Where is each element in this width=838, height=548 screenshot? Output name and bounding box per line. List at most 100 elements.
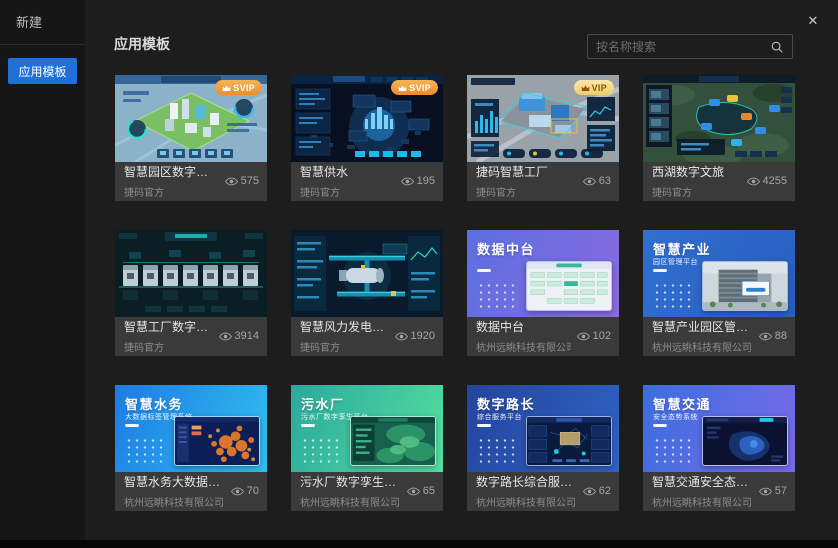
card-author: 捷码官方 — [124, 339, 213, 354]
card-views-count: 575 — [241, 175, 259, 187]
template-grid: SVIP 智慧园区数字驾驶舱 捷码官方 575 SVIP 智慧供水 — [115, 75, 795, 511]
thumb-scene-prodline — [115, 230, 267, 317]
thumb-subtitle: 园区管理平台 — [653, 257, 698, 267]
card-meta: 数字路长综合服务... 杭州远眺科技有限公司 62 — [467, 472, 619, 511]
card-author: 捷码官方 — [476, 184, 577, 199]
card-author: 捷码官方 — [652, 184, 741, 199]
card-views-count: 62 — [599, 485, 611, 497]
thumb-dash-decoration — [653, 424, 667, 427]
thumb-heading: 数据中台 — [477, 239, 535, 258]
card-title: 智慧工厂数字看板 — [124, 318, 213, 335]
thumb-dots-decoration — [653, 282, 695, 309]
close-icon[interactable]: ✕ — [802, 10, 824, 32]
crown-icon — [222, 84, 231, 92]
eye-icon — [231, 487, 244, 496]
card-title: 智慧园区数字驾驶舱 — [124, 163, 219, 180]
template-card[interactable]: SVIP 智慧园区数字驾驶舱 捷码官方 575 — [115, 75, 267, 201]
sidebar-item-new[interactable]: 新建 — [0, 0, 85, 45]
card-meta: 智慧交通安全态势... 杭州远眺科技有限公司 57 — [643, 472, 795, 511]
template-card[interactable]: 智慧工厂数字看板 捷码官方 3914 — [115, 230, 267, 356]
template-card[interactable]: 智慧风力发电看板 捷码官方 1920 — [291, 230, 443, 356]
template-card[interactable]: VIP 捷码智慧工厂 捷码官方 63 — [467, 75, 619, 201]
thumb-subtitle: 综合服务平台 — [477, 412, 522, 422]
eye-icon — [759, 487, 772, 496]
template-card[interactable]: 污水厂污水厂数字孪生平台 污水厂数字孪生平台 杭州远眺科技有限公司 65 — [291, 385, 443, 511]
eye-icon — [225, 177, 238, 186]
card-title: 数据中台 — [476, 318, 571, 335]
eye-icon — [407, 487, 420, 496]
card-thumbnail: 智慧交通安全态势系统 — [643, 385, 795, 472]
card-thumbnail: 污水厂污水厂数字孪生平台 — [291, 385, 443, 472]
sidebar-item-app-templates[interactable]: 应用模板 — [8, 58, 77, 84]
card-thumbnail: 智慧产业园区管理平台 — [643, 230, 795, 317]
search-icon[interactable] — [770, 40, 784, 54]
card-views: 102 — [577, 330, 611, 342]
thumb-inset-screenshot — [174, 416, 260, 466]
card-thumbnail — [643, 75, 795, 162]
card-views-count: 88 — [775, 330, 787, 342]
thumb-dash-decoration — [477, 269, 491, 272]
card-author: 杭州远眺科技有限公司 — [652, 494, 753, 509]
thumb-dots-decoration — [477, 437, 519, 464]
card-views: 65 — [407, 485, 435, 497]
thumb-dash-decoration — [125, 424, 139, 427]
card-author: 杭州远眺科技有限公司 — [476, 339, 571, 354]
card-meta: 智慧水务大数据标... 杭州远眺科技有限公司 70 — [115, 472, 267, 511]
card-views: 4255 — [747, 175, 787, 187]
template-card[interactable]: 智慧交通安全态势系统 智慧交通安全态势... 杭州远眺科技有限公司 57 — [643, 385, 795, 511]
thumb-dash-decoration — [301, 424, 315, 427]
thumb-scene-wind — [291, 230, 443, 317]
thumb-heading: 数字路长 — [477, 394, 535, 413]
card-author: 捷码官方 — [300, 184, 395, 199]
card-meta: 捷码智慧工厂 捷码官方 63 — [467, 162, 619, 201]
page-title: 应用模板 — [114, 34, 170, 54]
card-meta: 智慧工厂数字看板 捷码官方 3914 — [115, 317, 267, 356]
card-author: 杭州远眺科技有限公司 — [652, 339, 753, 354]
template-card[interactable]: 智慧产业园区管理平台 智慧产业园区管理... 杭州远眺科技有限公司 88 — [643, 230, 795, 356]
card-title: 智慧水务大数据标... — [124, 473, 225, 490]
card-author: 杭州远眺科技有限公司 — [124, 494, 225, 509]
search-box — [587, 34, 793, 59]
card-views-count: 57 — [775, 485, 787, 497]
eye-icon — [759, 332, 772, 341]
template-card[interactable]: SVIP 智慧供水 捷码官方 195 — [291, 75, 443, 201]
thumb-dash-decoration — [653, 269, 667, 272]
eye-icon — [747, 177, 760, 186]
vip-badge: VIP — [574, 80, 614, 95]
card-views: 1920 — [395, 330, 435, 342]
card-thumbnail — [291, 230, 443, 317]
thumb-dots-decoration — [477, 282, 519, 309]
eye-icon — [395, 332, 408, 341]
card-title: 捷码智慧工厂 — [476, 163, 577, 180]
search-input[interactable] — [596, 40, 770, 54]
thumb-dots-decoration — [125, 437, 167, 464]
card-thumbnail — [115, 230, 267, 317]
vip-badge-label: SVIP — [233, 83, 255, 93]
template-card[interactable]: 数据中台 数据中台 杭州远眺科技有限公司 102 — [467, 230, 619, 356]
eye-icon — [219, 332, 232, 341]
thumb-inset-screenshot — [526, 416, 612, 466]
card-views-count: 195 — [417, 175, 435, 187]
card-thumbnail: SVIP — [115, 75, 267, 162]
card-meta-text: 西湖数字文旅 捷码官方 — [652, 163, 741, 199]
card-meta: 智慧产业园区管理... 杭州远眺科技有限公司 88 — [643, 317, 795, 356]
card-views-count: 1920 — [411, 330, 435, 342]
card-author: 捷码官方 — [300, 339, 389, 354]
card-views: 195 — [401, 175, 435, 187]
crown-icon — [398, 84, 407, 92]
template-card[interactable]: 西湖数字文旅 捷码官方 4255 — [643, 75, 795, 201]
template-card[interactable]: 数字路长综合服务平台 数字路长综合服务... 杭州远眺科技有限公司 62 — [467, 385, 619, 511]
card-meta-text: 智慧水务大数据标... 杭州远眺科技有限公司 — [124, 473, 225, 509]
vip-badge: SVIP — [215, 80, 262, 95]
card-views-count: 102 — [593, 330, 611, 342]
card-views-count: 65 — [423, 485, 435, 497]
card-meta-text: 智慧工厂数字看板 捷码官方 — [124, 318, 213, 354]
eye-icon — [583, 487, 596, 496]
vip-badge-label: VIP — [592, 83, 607, 93]
card-meta-text: 污水厂数字孪生平台 杭州远眺科技有限公司 — [300, 473, 401, 509]
card-title: 数字路长综合服务... — [476, 473, 577, 490]
thumb-inset-screenshot — [702, 261, 788, 311]
sidebar: 新建 应用模板 — [0, 0, 85, 540]
template-card[interactable]: 智慧水务大数据标签管理系统 智慧水务大数据标... 杭州远眺科技有限公司 70 — [115, 385, 267, 511]
card-meta: 西湖数字文旅 捷码官方 4255 — [643, 162, 795, 201]
